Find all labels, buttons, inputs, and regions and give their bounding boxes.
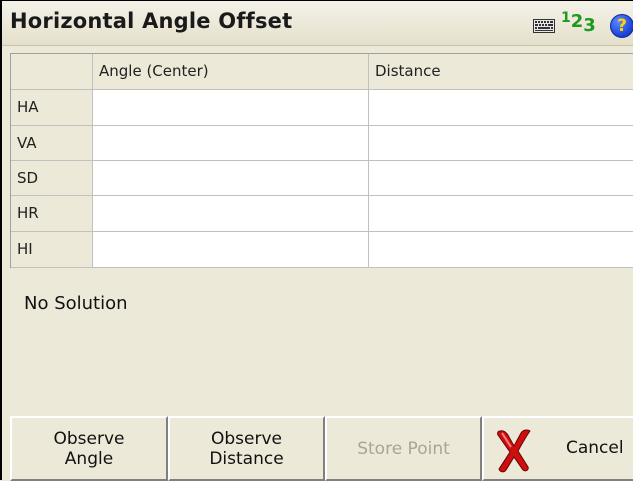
column-header-angle: Angle (Center) (93, 54, 369, 90)
numeric-icon-sup: 1 (561, 10, 571, 26)
row-header-hr: HR (11, 196, 93, 232)
row-header-va: VA (11, 126, 93, 161)
cell-ha-angle[interactable] (93, 90, 369, 126)
numeric-input-icon[interactable]: 123 (561, 10, 596, 35)
cell-sd-angle[interactable] (93, 161, 369, 196)
window-title: Horizontal Angle Offset (10, 9, 293, 33)
observe-distance-button[interactable]: Observe Distance (168, 416, 325, 481)
store-point-button[interactable]: Store Point (325, 416, 482, 481)
numeric-icon-main: 2 (570, 11, 584, 32)
cell-ha-distance[interactable] (369, 90, 633, 126)
cell-hr-angle[interactable] (93, 196, 369, 232)
cell-hr-distance[interactable] (369, 196, 633, 232)
observe-distance-label: Observe Distance (209, 428, 284, 469)
cell-hi-distance[interactable] (369, 232, 633, 268)
title-bar: Horizontal Angle Offset 123 ? (2, 1, 633, 46)
cell-va-angle[interactable] (93, 126, 369, 161)
cancel-button[interactable]: Cancel (482, 416, 633, 481)
cancel-label: Cancel (566, 438, 624, 458)
cell-va-distance[interactable] (369, 126, 633, 161)
observe-angle-label: Observe Angle (53, 428, 125, 469)
column-header-distance: Distance (369, 54, 633, 90)
store-point-label: Store Point (357, 438, 450, 459)
cell-hi-angle[interactable] (93, 232, 369, 268)
observation-table: Angle (Center) Distance HA VA SD HR HI (10, 53, 633, 268)
row-header-ha: HA (11, 90, 93, 126)
observe-angle-button[interactable]: Observe Angle (10, 416, 168, 481)
table-corner-cell (11, 54, 93, 90)
solution-status-message: No Solution (24, 293, 128, 314)
cell-sd-distance[interactable] (369, 161, 633, 196)
horizontal-angle-offset-window: Horizontal Angle Offset 123 ? Angle (Cen… (0, 0, 633, 481)
button-bar: Observe Angle Observe Distance Store Poi… (2, 416, 633, 481)
row-header-hi: HI (11, 232, 93, 268)
keyboard-icon[interactable] (533, 19, 555, 33)
row-header-sd: SD (11, 161, 93, 196)
numeric-icon-sub: 3 (583, 15, 596, 36)
help-icon[interactable]: ? (610, 14, 633, 38)
red-x-icon (497, 429, 531, 473)
